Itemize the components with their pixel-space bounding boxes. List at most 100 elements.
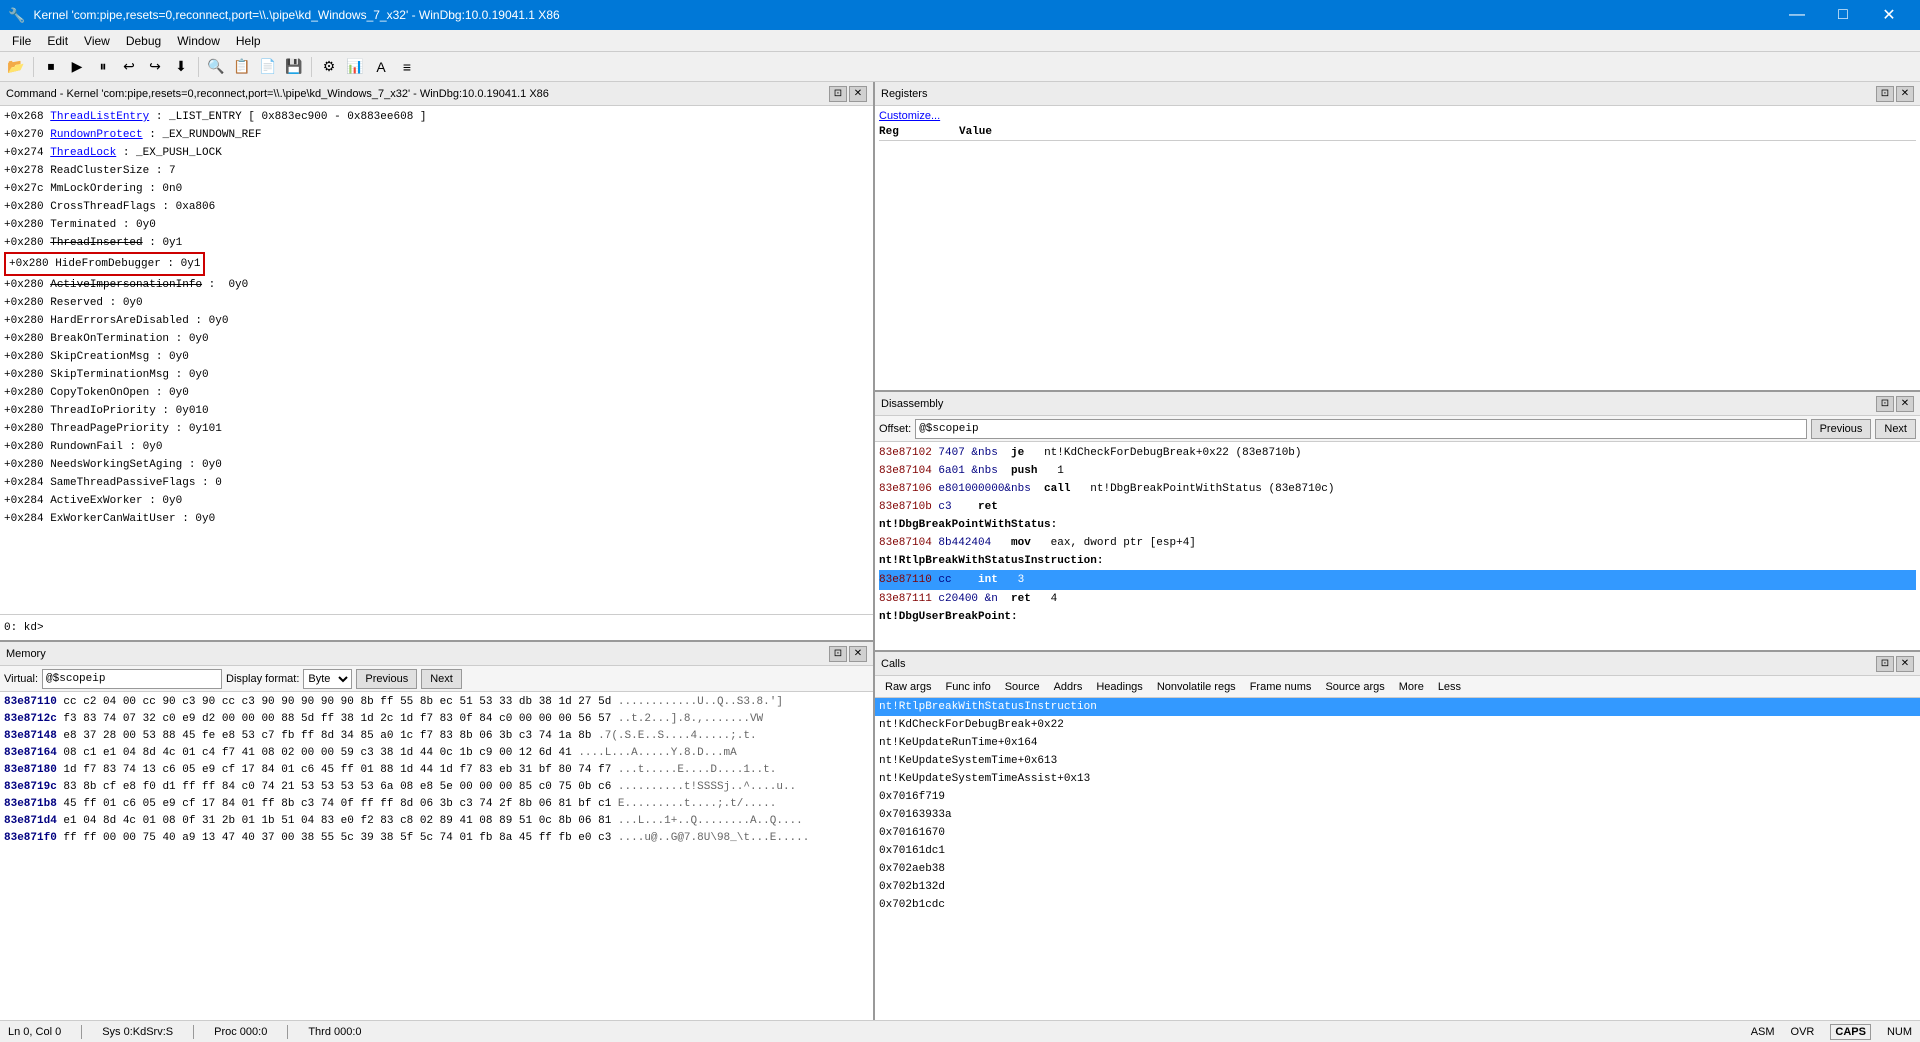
maximize-button[interactable]: □ (1820, 0, 1866, 30)
toolbar-btn-3[interactable]: ⏸ (91, 55, 115, 79)
menu-file[interactable]: File (4, 32, 39, 50)
calls-tab-0[interactable]: Raw args (879, 679, 937, 695)
toolbar-btn-8[interactable]: 📋 (230, 55, 254, 79)
memory-prev-btn[interactable]: Previous (356, 669, 417, 689)
registers-content: Customize... Reg Value (875, 106, 1920, 390)
calls-item-4[interactable]: nt!KeUpdateSystemTimeAssist+0x13 (875, 770, 1920, 788)
memory-line-1: 83e8712c f3 83 74 07 32 c0 e9 d2 00 00 0… (4, 711, 869, 728)
disassembly-dock-btn[interactable]: ⊡ (1876, 396, 1894, 412)
minimize-button[interactable]: — (1774, 0, 1820, 30)
memory-close-btn[interactable]: ✕ (849, 646, 867, 662)
main-area: Command - Kernel 'com:pipe,resets=0,reco… (0, 82, 1920, 1020)
memory-panel-title: Memory (6, 648, 46, 660)
code-line-15: +0x280 CopyTokenOnOpen : 0y0 (4, 384, 869, 402)
toolbar-btn-6[interactable]: ⬇ (169, 55, 193, 79)
menu-bar: File Edit View Debug Window Help (0, 30, 1920, 52)
calls-item-5[interactable]: 0x7016f719 (875, 788, 1920, 806)
calls-tab-1[interactable]: Func info (939, 679, 996, 695)
status-sep-1 (81, 1025, 82, 1039)
registers-close-btn[interactable]: ✕ (1896, 86, 1914, 102)
toolbar-btn-7[interactable]: 🔍 (204, 55, 228, 79)
value-col-header: Value (959, 126, 992, 138)
calls-tab-2[interactable]: Source (999, 679, 1046, 695)
asm-line-8: 83e87111 c20400 &n ret 4 (879, 590, 1916, 608)
calls-tab-4[interactable]: Headings (1090, 679, 1148, 695)
toolbar-btn-12[interactable]: 📊 (343, 55, 367, 79)
toolbar-btn-13[interactable]: A (369, 55, 393, 79)
calls-item-7[interactable]: 0x70161670 (875, 824, 1920, 842)
toolbar-btn-9[interactable]: 📄 (256, 55, 280, 79)
code-link-ThreadListEntry[interactable]: ThreadListEntry (50, 111, 149, 123)
customize-link[interactable]: Customize... (879, 110, 1916, 122)
calls-tab-7[interactable]: Source args (1319, 679, 1390, 695)
asm-indicator: ASM (1751, 1026, 1775, 1038)
code-line-4: +0x27c MmLockOrdering : 0n0 (4, 180, 869, 198)
memory-next-btn[interactable]: Next (421, 669, 462, 689)
menu-debug[interactable]: Debug (118, 32, 169, 50)
calls-tab-9[interactable]: Less (1432, 679, 1467, 695)
calls-item-9[interactable]: 0x702aeb38 (875, 860, 1920, 878)
asm-line-4: nt!DbgBreakPointWithStatus: (879, 516, 1916, 534)
toolbar-btn-5[interactable]: ↪ (143, 55, 167, 79)
code-link-RundownProtect[interactable]: RundownProtect (50, 129, 142, 141)
menu-help[interactable]: Help (228, 32, 269, 50)
asm-line-6: nt!RtlpBreakWithStatusInstruction: (879, 552, 1916, 570)
disassembly-content[interactable]: 83e87102 7407 &nbs je nt!KdCheckForDebug… (875, 442, 1920, 650)
menu-window[interactable]: Window (169, 32, 228, 50)
command-panel-title: Command - Kernel 'com:pipe,resets=0,reco… (6, 88, 549, 100)
caps-indicator: CAPS (1830, 1024, 1871, 1040)
close-button[interactable]: ✕ (1866, 0, 1912, 30)
command-close-btn[interactable]: ✕ (849, 86, 867, 102)
asm-line-9: nt!DbgUserBreakPoint: (879, 608, 1916, 626)
menu-view[interactable]: View (76, 32, 118, 50)
asm-line-1: 83e87104 6a01 &nbs push 1 (879, 462, 1916, 480)
toolbar-btn-10[interactable]: 💾 (282, 55, 306, 79)
command-dock-btn[interactable]: ⊡ (829, 86, 847, 102)
toolbar-btn-14[interactable]: ≡ (395, 55, 419, 79)
disasm-next-btn[interactable]: Next (1875, 419, 1916, 439)
disasm-prev-btn[interactable]: Previous (1811, 419, 1872, 439)
calls-item-3[interactable]: nt!KeUpdateSystemTime+0x613 (875, 752, 1920, 770)
calls-tab-8[interactable]: More (1393, 679, 1430, 695)
offset-input[interactable] (915, 419, 1806, 439)
calls-tab-3[interactable]: Addrs (1048, 679, 1089, 695)
calls-close-btn[interactable]: ✕ (1896, 656, 1914, 672)
calls-item-0[interactable]: nt!RtlpBreakWithStatusInstruction (875, 698, 1920, 716)
thrd-status: Thrd 000:0 (308, 1026, 361, 1038)
toolbar-open[interactable]: 📂 (4, 55, 28, 79)
command-panel-content[interactable]: +0x268 ThreadListEntry : _LIST_ENTRY [ 0… (0, 106, 873, 614)
code-link-ThreadLock[interactable]: ThreadLock (50, 147, 116, 159)
calls-item-11[interactable]: 0x702b1cdc (875, 896, 1920, 914)
calls-item-8[interactable]: 0x70161dc1 (875, 842, 1920, 860)
memory-content[interactable]: 83e87110 cc c2 04 00 cc 90 c3 90 cc c3 9… (0, 692, 873, 1020)
memory-line-7: 83e871d4 e1 04 8d 4c 01 08 0f 31 2b 01 1… (4, 813, 869, 830)
calls-item-1[interactable]: nt!KdCheckForDebugBreak+0x22 (875, 716, 1920, 734)
calls-window: Calls ⊡ ✕ Raw argsFunc infoSourceAddrsHe… (875, 652, 1920, 1020)
calls-tab-5[interactable]: Nonvolatile regs (1151, 679, 1242, 695)
memory-line-0: 83e87110 cc c2 04 00 cc 90 c3 90 cc c3 9… (4, 694, 869, 711)
code-line-18: +0x280 RundownFail : 0y0 (4, 438, 869, 456)
toolbar-btn-11[interactable]: ⚙ (317, 55, 341, 79)
calls-item-2[interactable]: nt!KeUpdateRunTime+0x164 (875, 734, 1920, 752)
calls-tab-6[interactable]: Frame nums (1244, 679, 1318, 695)
memory-line-4: 83e87180 1d f7 83 74 13 c6 05 e9 cf 17 8… (4, 762, 869, 779)
calls-content[interactable]: nt!RtlpBreakWithStatusInstructionnt!KdCh… (875, 698, 1920, 1020)
menu-edit[interactable]: Edit (39, 32, 76, 50)
calls-panel-title: Calls (881, 658, 905, 670)
command-prompt: 0: kd> (4, 622, 50, 634)
virtual-input[interactable] (42, 669, 222, 689)
memory-line-5: 83e8719c 83 8b cf e8 f0 d1 ff ff 84 c0 7… (4, 779, 869, 796)
format-select[interactable]: Byte Short Long (303, 669, 352, 689)
code-line-20: +0x284 SameThreadPassiveFlags : 0 (4, 474, 869, 492)
toolbar-btn-2[interactable]: ▶ (65, 55, 89, 79)
memory-dock-btn[interactable]: ⊡ (829, 646, 847, 662)
command-input[interactable] (50, 622, 869, 634)
calls-item-6[interactable]: 0x70163933a (875, 806, 1920, 824)
toolbar-btn-1[interactable]: ⏹ (39, 55, 63, 79)
calls-item-10[interactable]: 0x702b132d (875, 878, 1920, 896)
status-right: ASM OVR CAPS NUM (1751, 1024, 1912, 1040)
calls-dock-btn[interactable]: ⊡ (1876, 656, 1894, 672)
registers-dock-btn[interactable]: ⊡ (1876, 86, 1894, 102)
toolbar-btn-4[interactable]: ↩ (117, 55, 141, 79)
disassembly-close-btn[interactable]: ✕ (1896, 396, 1914, 412)
